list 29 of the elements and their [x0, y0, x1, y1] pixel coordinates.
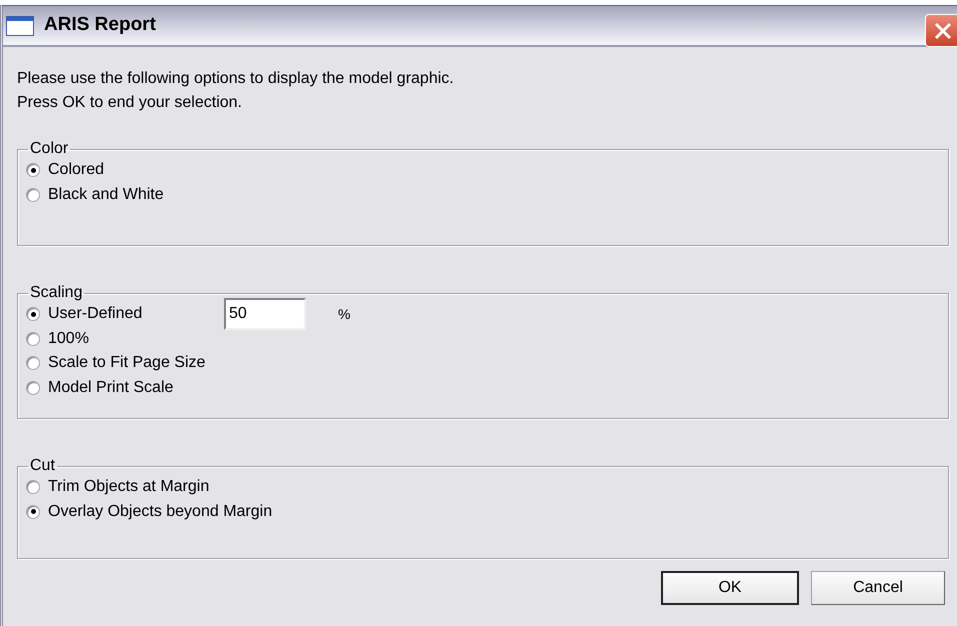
radio-button[interactable] — [26, 307, 40, 322]
window-icon — [6, 16, 34, 36]
group-title: Cut — [29, 457, 56, 475]
percent-field[interactable]: 50 — [224, 298, 306, 330]
radio-button[interactable] — [26, 163, 40, 178]
radio-label[interactable]: Trim Objects at Margin — [48, 475, 210, 500]
radio-button[interactable] — [26, 332, 40, 346]
radio-label[interactable]: Overlay Objects beyond Margin — [48, 500, 272, 524]
radio-button[interactable] — [26, 356, 40, 370]
radio-label[interactable]: 100% — [48, 326, 89, 351]
radio-label[interactable]: Black and White — [48, 182, 164, 207]
unit-label: % — [338, 304, 350, 324]
group-title: Scaling — [29, 284, 84, 302]
radio-label[interactable]: Colored — [48, 158, 104, 182]
close-button[interactable] — [925, 14, 957, 47]
instruction-text: Press OK to end your selection. — [17, 93, 243, 113]
radio-button[interactable] — [26, 188, 40, 202]
window-title: ARIS Report — [44, 13, 156, 38]
radio-button[interactable] — [26, 380, 40, 395]
dialog-button[interactable]: Cancel — [811, 571, 945, 605]
dialog-button[interactable]: OK — [661, 571, 799, 605]
close-icon — [933, 20, 953, 40]
radio-button[interactable] — [26, 480, 40, 494]
radio-label[interactable]: Model Print Scale — [48, 376, 174, 400]
radio-label[interactable]: Scale to Fit Page Size — [48, 351, 206, 376]
instruction-text: Please use the following options to display the model graphic. — [17, 69, 455, 89]
group-title: Color — [29, 140, 70, 158]
radio-button[interactable] — [26, 504, 40, 519]
radio-label[interactable]: User-Defined — [48, 302, 216, 326]
